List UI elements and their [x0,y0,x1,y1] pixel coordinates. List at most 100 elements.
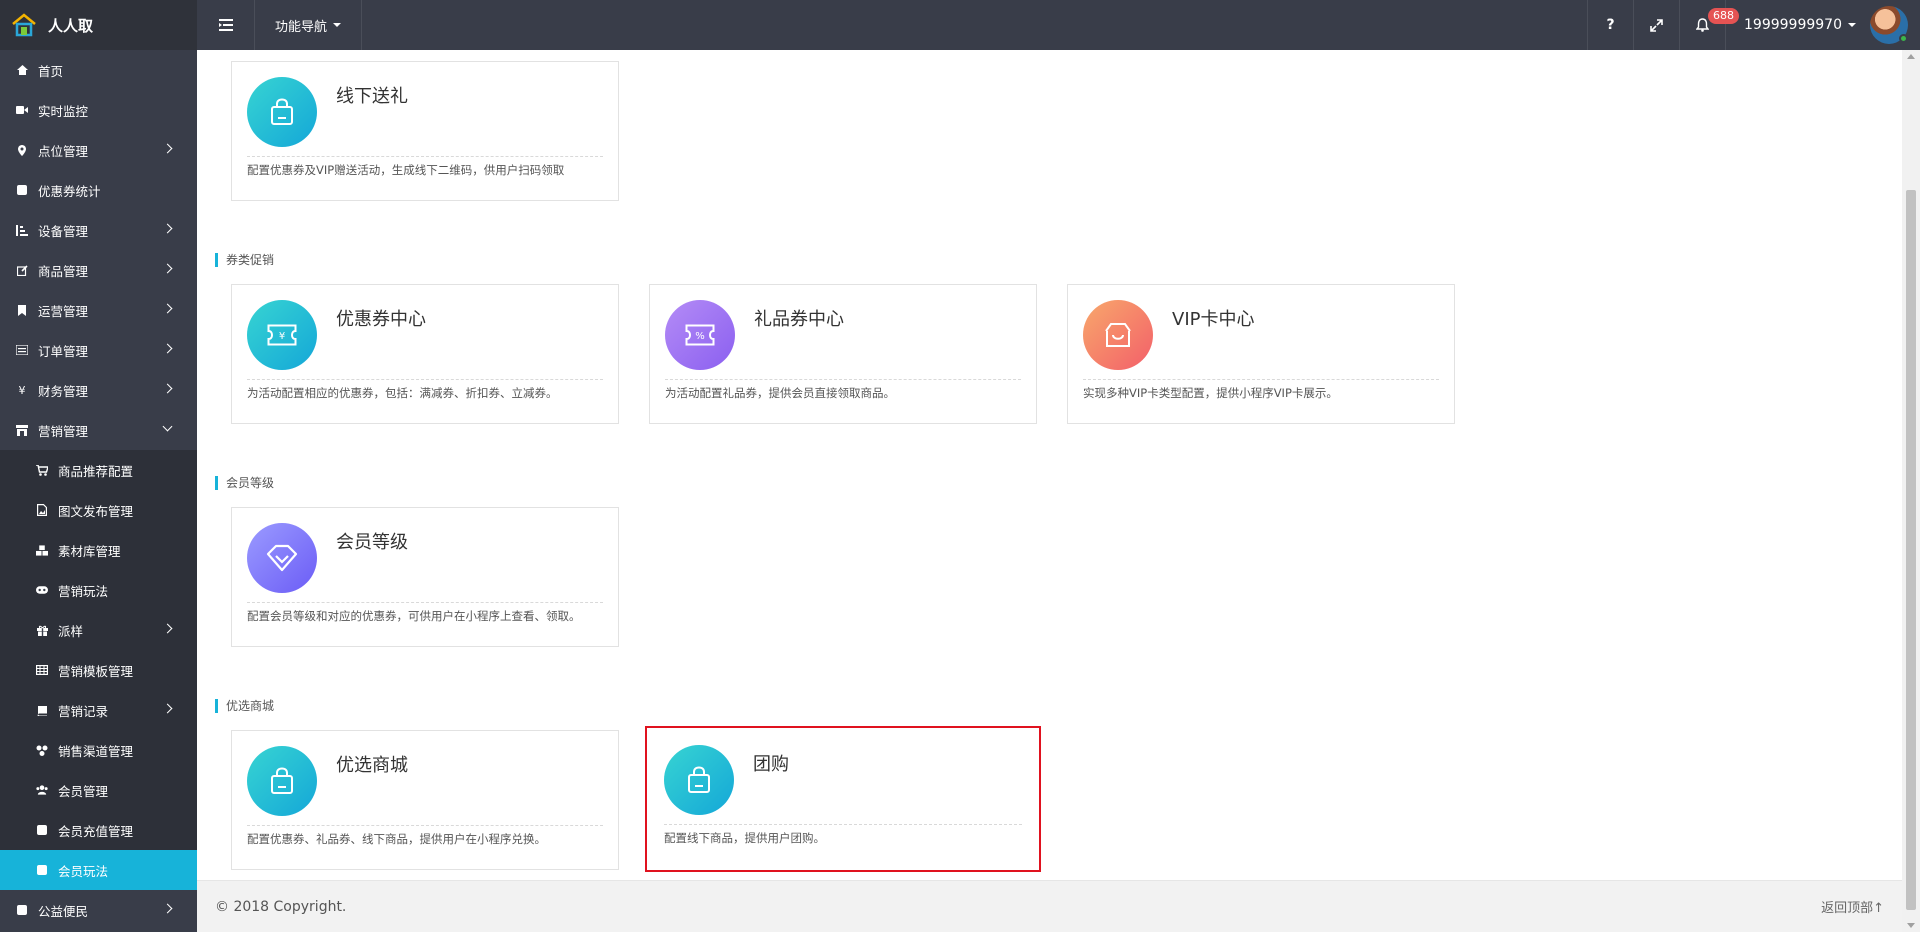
sidebar-item-label: 会员充值管理 [58,823,134,839]
card-vip-center[interactable]: VIP卡中心 实现多种VIP卡类型配置，提供小程序VIP卡展示。 [1067,284,1455,424]
sidebar-item-home[interactable]: 首页 [0,50,197,90]
home-icon [16,64,28,76]
shopping-bag-icon [247,77,317,147]
shop-icon [16,424,28,436]
sidebar-item-monitor[interactable]: 实时监控 [0,90,197,130]
divider [247,379,603,380]
sidebar-item-label: 营销玩法 [58,583,109,599]
sidebar-item-marketing-template[interactable]: 营销模板管理 [0,650,197,690]
book-icon [36,704,48,716]
sidebar-item-article-publish[interactable]: 图文发布管理 [0,490,197,530]
house-logo-icon [12,13,36,37]
divider [247,825,603,826]
sidebar-item-label: 营销记录 [58,703,109,719]
vip-shop-icon [1083,300,1153,370]
sidebar-item-label: 首页 [38,63,64,79]
copyright-text: © 2018 Copyright. [215,898,347,915]
sidebar-item-label: 订单管理 [38,343,89,359]
brand[interactable]: 人人取 [0,0,197,50]
table-icon [36,664,48,676]
highlight-box [645,726,1041,872]
svg-text:%: % [695,331,705,342]
card-description: 为活动配置相应的优惠券，包括：满减券、折扣券、立减券。 [247,386,558,400]
sidebar-item-public-welfare[interactable]: 公益便民 [0,890,197,930]
image-file-icon [36,504,48,516]
card-title: VIP卡中心 [1172,309,1255,330]
online-status-dot [1899,34,1908,43]
list-icon [16,344,28,356]
notification-button[interactable]: 688 [1679,0,1740,50]
sidebar-item-label: 素材库管理 [58,543,121,559]
sidebar-item-member-recharge[interactable]: 会员充值管理 [0,810,197,850]
caret-down-icon [333,23,342,27]
sidebar-item-marketing[interactable]: 营销管理 [0,410,197,450]
card-member-level[interactable]: 会员等级 配置会员等级和对应的优惠券，可供用户在小程序上查看、领取。 [231,507,619,647]
user-menu[interactable]: 19999999970 [1725,0,1920,50]
function-nav-label: 功能导航 [275,19,328,35]
card-offline-gift[interactable]: 线下送礼 配置优惠券及VIP赠送活动，生成线下二维码，供用户扫码领取 [231,61,619,201]
sidebar-item-label: 营销模板管理 [58,663,134,679]
vertical-scrollbar[interactable] [1902,50,1920,932]
sidebar-item-member-management[interactable]: 会员管理 [0,770,197,810]
back-to-top-link[interactable]: 返回顶部↑ [1821,897,1884,916]
top-bar: 人人取 功能导航 ? 688 19999999970 [0,0,1920,50]
sidebar-item-label: 营销管理 [38,423,89,439]
video-camera-icon [16,104,28,116]
card-title: 线下送礼 [336,86,408,107]
sidebar-item-location[interactable]: 点位管理 [0,130,197,170]
section-title-mall: 优选商城 [215,699,274,713]
sidebar-item-sales-channel[interactable]: 销售渠道管理 [0,730,197,770]
scroll-up-icon[interactable] [1907,54,1915,59]
sidebar-item-label: 图文发布管理 [58,503,134,519]
username: 19999999970 [1744,17,1842,33]
caret-down-icon [1848,23,1856,27]
sidebar-item-label: 销售渠道管理 [58,743,134,759]
card-description: 实现多种VIP卡类型配置，提供小程序VIP卡展示。 [1083,386,1338,400]
card-mall[interactable]: 优选商城 配置优惠券、礼品券、线下商品，提供用户在小程序兑换。 [231,730,619,870]
sidebar-item-goods[interactable]: 商品管理 [0,250,197,290]
sidebar-item-finance[interactable]: ¥ 财务管理 [0,370,197,410]
svg-text:¥: ¥ [279,331,285,342]
gift-icon [36,624,48,636]
shopping-bag-icon [247,746,317,816]
sidebar-item-product-recommend[interactable]: 商品推荐配置 [0,450,197,490]
sort-icon [16,224,28,236]
sidebar-item-operation[interactable]: 运营管理 [0,290,197,330]
divider [1083,379,1439,380]
avatar[interactable] [1870,6,1908,44]
card-title: 礼品券中心 [754,309,844,330]
notification-count-badge: 688 [1708,8,1740,24]
square-icon [16,184,28,196]
cubes-icon [36,544,48,556]
fullscreen-button[interactable] [1633,0,1679,50]
menu-toggle-button[interactable] [197,0,255,50]
edit-icon [16,264,28,276]
help-button[interactable]: ? [1587,0,1633,50]
sidebar-item-label: 会员管理 [58,783,109,799]
card-description: 配置会员等级和对应的优惠券，可供用户在小程序上查看、领取。 [247,609,581,623]
sidebar-item-sampling[interactable]: 派样 [0,610,197,650]
card-gift-coupon-center[interactable]: % 礼品券中心 为活动配置礼品券，提供会员直接领取商品。 [649,284,1037,424]
card-coupon-center[interactable]: ¥ 优惠券中心 为活动配置相应的优惠券，包括：满减券、折扣券、立减券。 [231,284,619,424]
sidebar-item-label: 财务管理 [38,383,89,399]
sidebar-item-label: 公益便民 [38,903,89,919]
sidebar-item-coupon-stats[interactable]: 优惠券统计 [0,170,197,210]
sidebar-item-device[interactable]: 设备管理 [0,210,197,250]
section-title-coupon-promo: 券类促销 [215,253,274,267]
sidebar-item-label: 优惠券统计 [38,183,101,199]
chevron-right-icon [162,903,173,914]
sidebar-item-label: 派样 [58,623,84,639]
scroll-down-icon[interactable] [1907,923,1915,928]
sidebar-item-orders[interactable]: 订单管理 [0,330,197,370]
sidebar-item-label: 点位管理 [38,143,89,159]
bookmark-icon [16,304,28,316]
square-icon [36,824,48,836]
sidebar-item-member-play[interactable]: 会员玩法 [0,850,197,890]
scroll-thumb[interactable] [1906,190,1916,910]
function-nav-dropdown[interactable]: 功能导航 [255,0,363,50]
sidebar-item-marketing-records[interactable]: 营销记录 [0,690,197,730]
channel-icon [36,744,48,756]
brand-name: 人人取 [48,16,94,35]
sidebar-item-marketing-play[interactable]: 营销玩法 [0,570,197,610]
sidebar-item-material-library[interactable]: 素材库管理 [0,530,197,570]
